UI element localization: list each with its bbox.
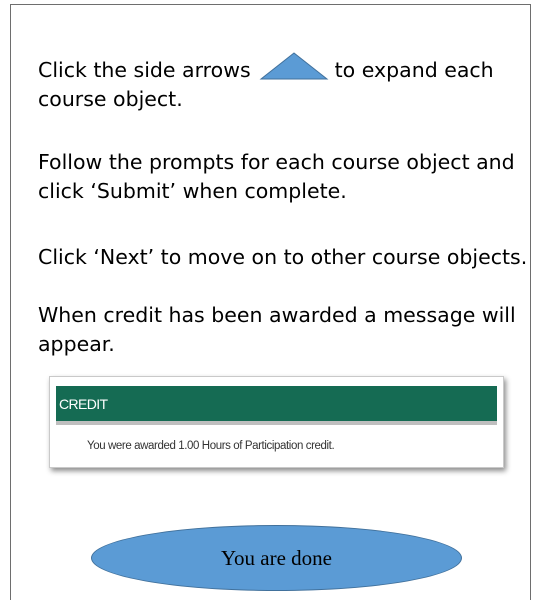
instruction-expand-line2: course object.: [38, 87, 183, 111]
instruction-panel: Click the side arrows to expand each cour…: [10, 4, 531, 600]
done-label: You are done: [220, 545, 333, 570]
instruction-expand-end: to expand each: [334, 58, 494, 82]
triangle-up-icon: [259, 52, 329, 80]
credit-message: You were awarded 1.00 Hours of Participa…: [87, 440, 335, 452]
instruction-expand: Click the side arrows to expand each cour…: [38, 52, 538, 114]
credit-title: CREDIT: [59, 396, 108, 412]
done-ellipse: You are done: [91, 525, 462, 591]
instruction-next: Click ‘Next’ to move on to other course …: [38, 245, 528, 269]
credit-header: CREDIT: [56, 386, 497, 425]
instruction-credit: When credit has been awarded a message w…: [38, 303, 516, 356]
credit-panel: CREDIT You were awarded 1.00 Hours of Pa…: [49, 376, 504, 468]
instruction-expand-start: Click the side arrows: [38, 58, 251, 82]
instruction-submit: Follow the prompts for each course objec…: [38, 150, 515, 203]
